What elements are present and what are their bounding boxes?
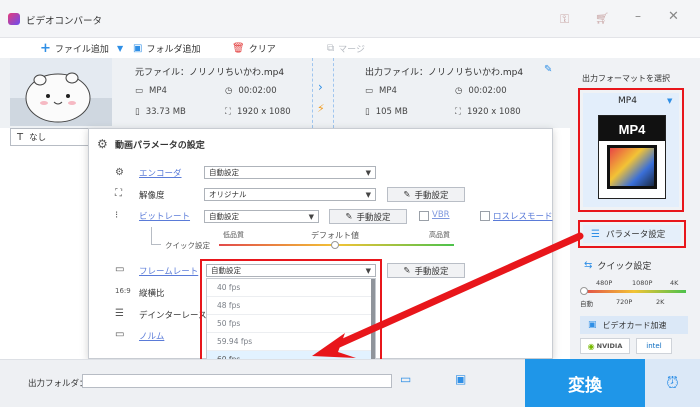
annotation-arrow xyxy=(312,232,584,358)
output-folder-label: 出力フォルダ： xyxy=(28,379,88,389)
alarm-clock-icon[interactable]: ⏰︎ xyxy=(645,359,700,407)
preview-icon[interactable]: ▣ xyxy=(455,372,466,386)
convert-button[interactable]: 変換 xyxy=(525,359,645,407)
folder-icon[interactable]: ▭ xyxy=(400,372,411,386)
bottom-bar: 出力フォルダ： ▭ ▣ xyxy=(0,359,570,407)
convert-label: 変換 xyxy=(568,375,602,396)
output-folder-input[interactable] xyxy=(82,374,392,388)
